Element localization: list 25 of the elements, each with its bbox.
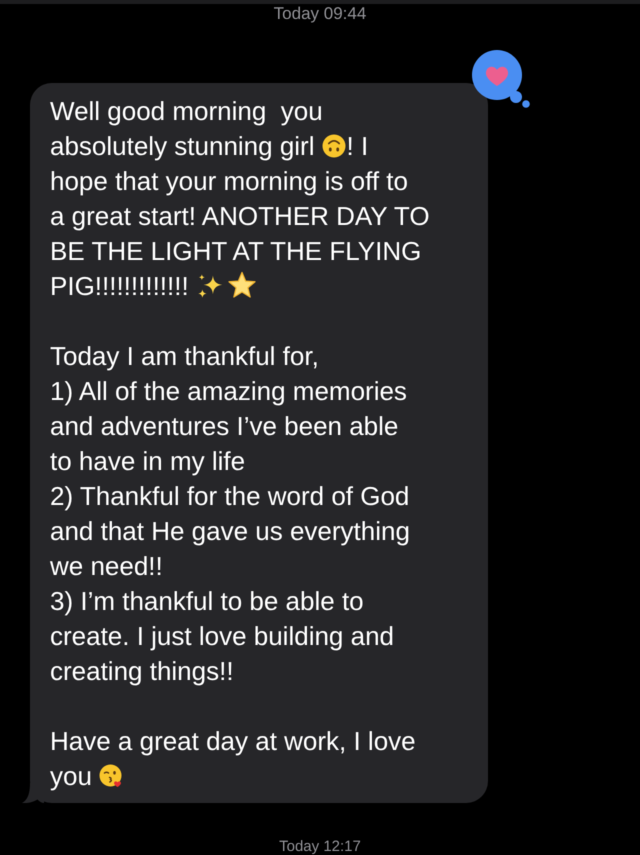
message-text: to have in my life — [50, 446, 246, 476]
message-text: 1) All of the amazing memories — [50, 376, 407, 406]
message-text: create. I just love building and — [50, 620, 394, 650]
message-text: hope that your morning is off to — [50, 166, 408, 196]
heart-reaction-icon — [472, 50, 530, 108]
upside-down-face-icon — [322, 134, 346, 158]
message-text: absolutely stunning girl — [50, 130, 314, 160]
message-text: and that He gave us everything — [50, 516, 410, 546]
kissing-face-icon — [98, 764, 123, 788]
message-text: creating things!! — [50, 656, 234, 686]
message-text: Have a great day at work, I love — [50, 726, 416, 756]
timestamp: Today 09:44 — [274, 4, 366, 24]
message-text: Well good morning you — [50, 96, 323, 126]
star-icon — [226, 270, 257, 300]
message-text: PIG!!!!!!!!!!!!! — [50, 270, 189, 300]
message-text: you — [50, 760, 92, 790]
message-text: Today I am thankful for, — [50, 340, 319, 370]
message-text: and adventures I’ve been able — [50, 410, 398, 440]
message-text: we need!! — [50, 550, 163, 580]
message-text: 2) Thankful for the word of God — [50, 480, 410, 510]
message-text: BE THE LIGHT AT THE FLYING — [50, 236, 422, 266]
message-text: ! I — [346, 130, 368, 160]
timestamp: Today 12:17 — [279, 838, 361, 855]
message-text: 3) I’m thankful to be able to — [50, 586, 364, 616]
message-text: a great start! ANOTHER DAY TO — [50, 200, 430, 230]
